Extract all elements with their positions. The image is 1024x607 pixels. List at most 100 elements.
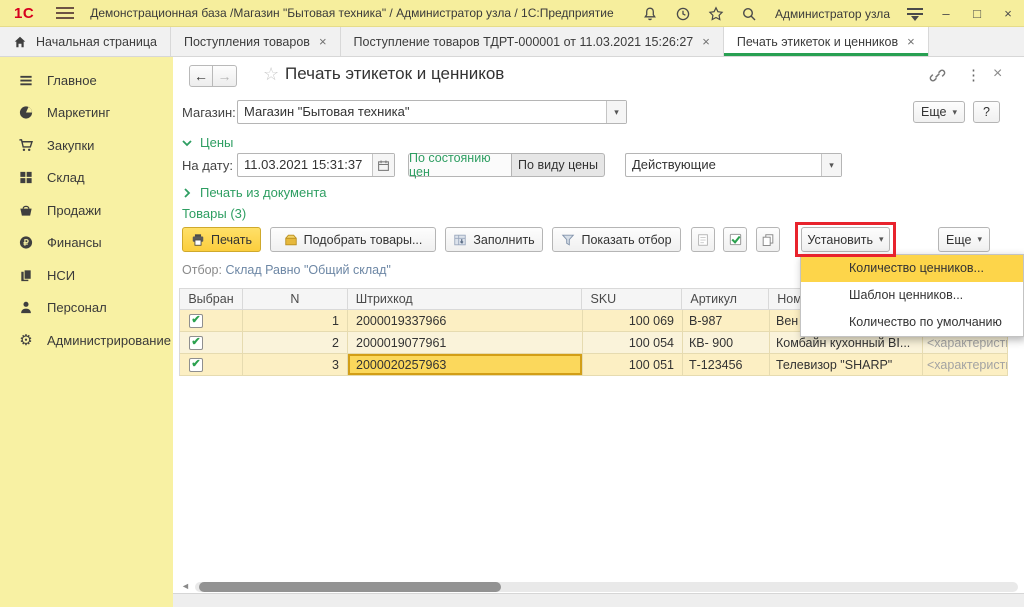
column-header-article[interactable]: Артикул — [682, 288, 769, 310]
cell-article[interactable]: Т-123456 — [683, 354, 770, 376]
check-all-button[interactable] — [723, 227, 747, 252]
1c-logo[interactable]: 1С — [14, 5, 34, 22]
sidebar-item-finance[interactable]: ₽ Финансы — [0, 227, 173, 260]
cell-n[interactable]: 2 — [243, 332, 348, 354]
tab-home[interactable]: Начальная страница — [0, 27, 171, 56]
toggle-by-price-state[interactable]: По состоянию цен — [408, 153, 512, 177]
back-button[interactable]: ← — [189, 65, 213, 87]
cell-n[interactable]: 1 — [243, 310, 348, 332]
cell-article[interactable]: КВ- 900 — [683, 332, 770, 354]
toggle-by-price-kind[interactable]: По виду цены — [512, 153, 605, 177]
favorite-star-icon[interactable]: ☆ — [263, 64, 279, 85]
cell-article[interactable]: В-987 — [683, 310, 770, 332]
store-combobox[interactable]: Магазин "Бытовая техника" ▾ — [237, 100, 627, 124]
current-user[interactable]: Администратор узла — [775, 7, 890, 21]
filter-line: Отбор: Склад Равно "Общий склад" — [182, 263, 391, 277]
service-menu-icon[interactable] — [907, 7, 923, 20]
notifications-bell-icon[interactable] — [641, 5, 659, 23]
main-menu-icon[interactable] — [56, 7, 74, 19]
column-header-checked[interactable]: Выбран — [179, 288, 243, 310]
menu-item-price-tag-quantity[interactable]: Количество ценников... — [801, 255, 1023, 282]
column-header-n[interactable]: N — [243, 288, 348, 310]
history-icon[interactable] — [674, 5, 692, 23]
goods-counter: Товары (3) — [182, 206, 246, 221]
window-close-button[interactable]: × — [1000, 6, 1016, 21]
section-prices[interactable]: Цены — [182, 135, 233, 150]
row-checkbox[interactable]: ✔ — [189, 314, 203, 328]
pick-goods-button[interactable]: Подобрать товары... — [270, 227, 436, 252]
tab-goods-receipt-document[interactable]: Поступление товаров ТДРТ-000001 от 11.03… — [341, 27, 724, 56]
tab-close-icon[interactable]: × — [319, 34, 327, 49]
row-checkbox[interactable]: ✔ — [189, 358, 203, 372]
column-header-barcode[interactable]: Штрихкод — [348, 288, 583, 310]
copy-icon — [761, 233, 775, 247]
store-label: Магазин: — [182, 105, 236, 120]
cell-sku[interactable]: 100 051 — [583, 354, 683, 376]
funnel-icon — [561, 233, 575, 247]
cell-characteristic[interactable]: <характеристика> — [923, 354, 1008, 376]
svg-text:₽: ₽ — [23, 238, 28, 248]
price-kind-combobox[interactable]: Действующие ▾ — [625, 153, 842, 177]
date-field[interactable]: 11.03.2021 15:31:37 — [237, 153, 395, 177]
menu-item-default-quantity[interactable]: Количество по умолчанию — [801, 309, 1023, 336]
tab-close-icon[interactable]: × — [702, 34, 710, 49]
sidebar-item-sales[interactable]: Продажи — [0, 194, 173, 227]
search-icon[interactable] — [740, 5, 758, 23]
sidebar-item-main[interactable]: Главное — [0, 64, 173, 97]
cell-checked: ✔ — [179, 310, 243, 332]
cell-n[interactable]: 3 — [243, 354, 348, 376]
column-header-sku[interactable]: SKU — [582, 288, 682, 310]
tab-goods-receipts[interactable]: Поступления товаров × — [171, 27, 341, 56]
form-print-labels: ← → ☆ Печать этикеток и ценников ⋮ × Маг… — [173, 57, 1024, 607]
sidebar-item-purchases[interactable]: Закупки — [0, 129, 173, 162]
form-close-icon[interactable]: × — [993, 65, 1002, 83]
price-kind-value: Действующие — [626, 154, 821, 176]
horizontal-scrollbar-thumb[interactable] — [199, 582, 501, 592]
help-button[interactable]: ? — [973, 101, 1000, 123]
date-label: На дату: — [182, 158, 233, 173]
minimize-button[interactable]: – — [938, 6, 954, 21]
set-button[interactable]: Установить ▾ — [801, 227, 890, 252]
cell-barcode[interactable]: 2000019337966 — [348, 310, 583, 332]
tab-print-labels[interactable]: Печать этикеток и ценников × — [724, 27, 929, 56]
cell-checked: ✔ — [179, 332, 243, 354]
tab-close-icon[interactable]: × — [907, 34, 915, 49]
chevron-down-icon: ▾ — [977, 234, 982, 245]
chevron-down-icon[interactable]: ▾ — [606, 101, 626, 123]
sidebar-item-marketing[interactable]: Маркетинг — [0, 97, 173, 130]
cell-sku[interactable]: 100 069 — [583, 310, 683, 332]
row-checkbox[interactable]: ✔ — [189, 336, 203, 350]
table-row[interactable]: ✔ 3 2000020257963 100 051 Т-123456 Телев… — [179, 354, 1024, 376]
menu-item-price-tag-template[interactable]: Шаблон ценников... — [801, 282, 1023, 309]
more-button-toolbar[interactable]: Еще ▾ — [938, 227, 990, 252]
kebab-menu-icon[interactable]: ⋮ — [966, 66, 981, 84]
section-print-from-document[interactable]: Печать из документа — [182, 185, 326, 200]
calendar-icon[interactable] — [372, 154, 394, 176]
forward-button[interactable]: → — [213, 65, 237, 87]
cell-barcode-selected[interactable]: 2000020257963 — [348, 354, 583, 376]
favorites-star-icon[interactable] — [707, 5, 725, 23]
fill-button[interactable]: Заполнить — [445, 227, 543, 252]
sidebar-item-master-data[interactable]: НСИ — [0, 259, 173, 292]
tab-label: Печать этикеток и ценников — [737, 35, 898, 49]
get-link-icon[interactable] — [929, 67, 946, 84]
page-settings-button[interactable] — [691, 227, 715, 252]
more-button-top[interactable]: Еще ▾ — [913, 101, 965, 123]
scroll-left-arrow-icon[interactable]: ◄ — [181, 581, 190, 591]
maximize-button[interactable]: □ — [969, 6, 985, 21]
print-button[interactable]: Печать — [182, 227, 261, 252]
date-value: 11.03.2021 15:31:37 — [238, 154, 372, 176]
sidebar-item-administration[interactable]: ⚙ Администрирование — [0, 324, 173, 357]
cell-name[interactable]: Телевизор "SHARP" — [770, 354, 923, 376]
show-filter-button[interactable]: Показать отбор — [552, 227, 681, 252]
gear-icon: ⚙ — [18, 333, 34, 348]
copy-button[interactable] — [756, 227, 780, 252]
sidebar-item-warehouse[interactable]: Склад — [0, 162, 173, 195]
chevron-down-icon — [182, 138, 192, 148]
cell-barcode[interactable]: 2000019077961 — [348, 332, 583, 354]
page-icon — [696, 233, 710, 247]
sidebar-item-personnel[interactable]: Персонал — [0, 292, 173, 325]
cell-sku[interactable]: 100 054 — [583, 332, 683, 354]
chevron-down-icon[interactable]: ▾ — [821, 154, 841, 176]
cart-icon — [18, 138, 34, 153]
